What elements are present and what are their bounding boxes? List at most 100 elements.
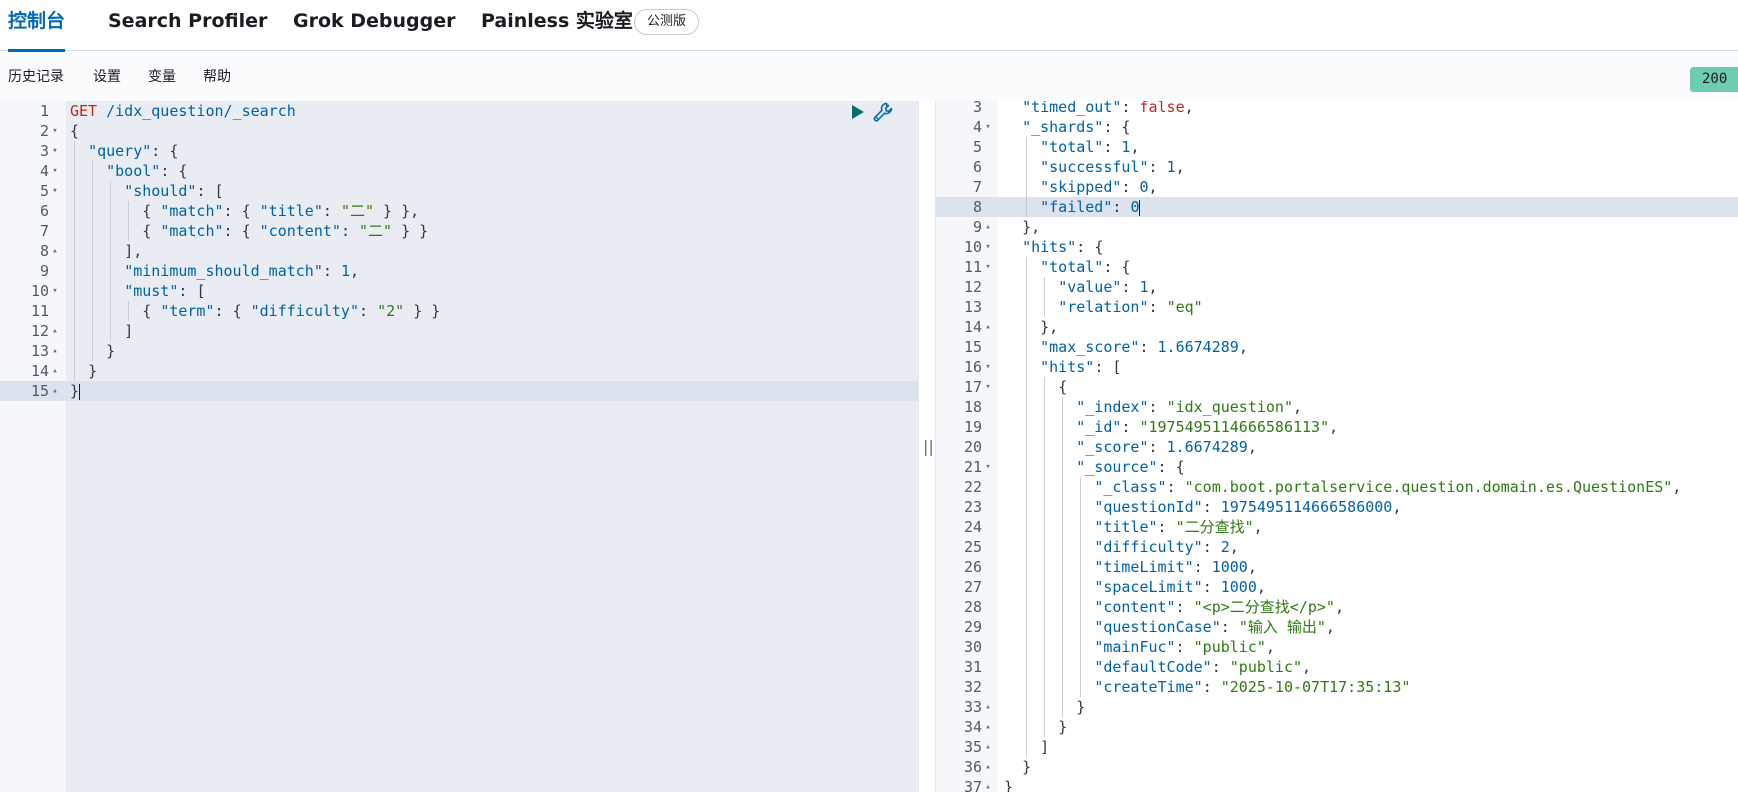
response-line[interactable]: 24 "title": "二分查找",	[936, 517, 1738, 537]
fold-open-icon[interactable]: ▾	[981, 117, 995, 137]
wrench-icon[interactable]	[872, 101, 894, 123]
request-line[interactable]: 10 ▾ "must": [	[0, 281, 918, 301]
response-line[interactable]: 30 "mainFuc": "public",	[936, 637, 1738, 657]
indent-guide	[1026, 137, 1027, 217]
request-line[interactable]: 7 { "match": { "content": "二" } }	[0, 221, 918, 241]
response-line[interactable]: 32 "createTime": "2025-10-07T17:35:13"	[936, 677, 1738, 697]
fold-open-icon[interactable]: ▾	[981, 237, 995, 257]
fold-close-icon[interactable]: ▴	[48, 381, 62, 401]
tab-grok-debugger[interactable]: Grok Debugger	[293, 9, 456, 51]
response-line[interactable]: 13 "relation": "eq"	[936, 297, 1738, 317]
request-line[interactable]: 15 ▴}	[0, 381, 918, 401]
response-line[interactable]: 27 "spaceLimit": 1000,	[936, 577, 1738, 597]
response-line[interactable]: 14 ▴ },	[936, 317, 1738, 337]
code-text: "defaultCode": "public",	[1094, 658, 1312, 676]
request-line[interactable]: 12 ▴ ]	[0, 321, 918, 341]
variables-menu-item[interactable]: 变量	[148, 69, 176, 85]
fold-open-icon[interactable]: ▾	[48, 121, 62, 141]
response-line[interactable]: 26 "timeLimit": 1000,	[936, 557, 1738, 577]
fold-open-icon[interactable]: ▾	[981, 257, 995, 277]
response-line[interactable]: 37 ▴}	[936, 777, 1738, 792]
fold-close-icon[interactable]: ▴	[48, 341, 62, 361]
line-number: 31	[963, 658, 982, 676]
code-text: "hits": [	[1040, 358, 1122, 376]
line-number: 29	[963, 618, 982, 636]
fold-close-icon[interactable]: ▴	[48, 321, 62, 341]
fold-close-icon[interactable]: ▴	[981, 697, 995, 717]
request-line[interactable]: 5 ▾ "should": [	[0, 181, 918, 201]
response-line[interactable]: 36 ▴ }	[936, 757, 1738, 777]
fold-open-icon[interactable]: ▾	[981, 457, 995, 477]
response-line[interactable]: 11 ▾ "total": {	[936, 257, 1738, 277]
fold-open-icon[interactable]: ▾	[48, 281, 62, 301]
response-line[interactable]: 18 "_index": "idx_question",	[936, 397, 1738, 417]
request-line[interactable]: 8 ▴ ],	[0, 241, 918, 261]
response-line[interactable]: 17 ▾ {	[936, 377, 1738, 397]
fold-open-icon[interactable]: ▾	[48, 161, 62, 181]
history-menu-item[interactable]: 历史记录	[8, 69, 64, 85]
tab-console[interactable]: 控制台	[8, 9, 66, 52]
request-line[interactable]: 14 ▴ }	[0, 361, 918, 381]
line-number: 14	[30, 362, 49, 380]
pane-resizer[interactable]: ||	[918, 101, 936, 792]
line-number: 20	[963, 438, 982, 456]
play-icon[interactable]	[850, 103, 866, 121]
response-line[interactable]: 25 "difficulty": 2,	[936, 537, 1738, 557]
response-line[interactable]: 21 ▾ "_source": {	[936, 457, 1738, 477]
response-line[interactable]: 19 "_id": "1975495114666586113",	[936, 417, 1738, 437]
response-line[interactable]: 31 "defaultCode": "public",	[936, 657, 1738, 677]
fold-close-icon[interactable]: ▴	[981, 757, 995, 777]
fold-close-icon[interactable]: ▴	[981, 777, 995, 792]
response-line[interactable]: 23 "questionId": 1975495114666586000,	[936, 497, 1738, 517]
request-line[interactable]: 2 ▾ {	[0, 121, 918, 141]
response-line[interactable]: 8 "failed": 0	[936, 197, 1738, 217]
response-line[interactable]: 34 ▴ }	[936, 717, 1738, 737]
code-text: GET /idx_question/_search	[70, 101, 296, 121]
response-line[interactable]: 28 "content": "<p>二分查找</p>",	[936, 597, 1738, 617]
response-line[interactable]: 35 ▴ ]	[936, 737, 1738, 757]
help-menu-item[interactable]: 帮助	[203, 69, 231, 85]
request-line[interactable]: 4 ▾ "bool": {	[0, 161, 918, 181]
fold-close-icon[interactable]: ▴	[981, 737, 995, 757]
response-line[interactable]: 5 "total": 1,	[936, 137, 1738, 157]
request-editor[interactable]: 1 GET /idx_question/_search 2 ▾{3 ▾ "query":…	[0, 101, 918, 792]
response-line[interactable]: 9 ▴ },	[936, 217, 1738, 237]
request-line[interactable]: 13 ▴ }	[0, 341, 918, 361]
response-line[interactable]: 12 "value": 1,	[936, 277, 1738, 297]
request-line[interactable]: 9 "minimum_should_match": 1,	[0, 261, 918, 281]
response-line[interactable]: 4 ▾ "_shards": {	[936, 117, 1738, 137]
request-line[interactable]: 6 { "match": { "title": "二" } },	[0, 201, 918, 221]
line-number: 35	[963, 738, 982, 756]
line-number: 26	[963, 558, 982, 576]
response-line[interactable]: 16 ▾ "hits": [	[936, 357, 1738, 377]
top-tabs: 控制台 Search Profiler Grok Debugger Painle…	[0, 0, 1738, 52]
request-line[interactable]: 1 GET /idx_question/_search	[0, 101, 918, 121]
response-line[interactable]: 29 "questionCase": "输入 输出",	[936, 617, 1738, 637]
resizer-handle-icon[interactable]: ||	[923, 437, 934, 457]
fold-close-icon[interactable]: ▴	[48, 241, 62, 261]
fold-open-icon[interactable]: ▾	[48, 141, 62, 161]
code-text: "createTime": "2025-10-07T17:35:13"	[1094, 678, 1411, 696]
response-line[interactable]: 7 "skipped": 0,	[936, 177, 1738, 197]
fold-open-icon[interactable]: ▾	[981, 357, 995, 377]
fold-close-icon[interactable]: ▴	[981, 717, 995, 737]
request-line[interactable]: 3 ▾ "query": {	[0, 141, 918, 161]
fold-open-icon[interactable]: ▾	[981, 377, 995, 397]
response-line[interactable]: 22 "_class": "com.boot.portalservice.que…	[936, 477, 1738, 497]
response-line[interactable]: 20 "_score": 1.6674289,	[936, 437, 1738, 457]
response-viewer[interactable]: 3 "timed_out": false, 4 ▾ "_shards": {5 "t…	[936, 101, 1738, 792]
response-line[interactable]: 15 "max_score": 1.6674289,	[936, 337, 1738, 357]
response-line[interactable]: 6 "successful": 1,	[936, 157, 1738, 177]
response-line[interactable]: 33 ▴ }	[936, 697, 1738, 717]
tab-painless-lab[interactable]: Painless 实验室	[481, 9, 633, 51]
fold-close-icon[interactable]: ▴	[981, 317, 995, 337]
settings-menu-item[interactable]: 设置	[93, 69, 121, 85]
code-text: }	[1058, 718, 1068, 736]
fold-close-icon[interactable]: ▴	[981, 217, 995, 237]
fold-open-icon[interactable]: ▾	[48, 181, 62, 201]
response-line[interactable]: 10 ▾ "hits": {	[936, 237, 1738, 257]
response-line[interactable]: 3 "timed_out": false,	[936, 101, 1738, 117]
tab-search-profiler[interactable]: Search Profiler	[108, 9, 267, 51]
fold-close-icon[interactable]: ▴	[48, 361, 62, 381]
request-line[interactable]: 11 { "term": { "difficulty": "2" } }	[0, 301, 918, 321]
